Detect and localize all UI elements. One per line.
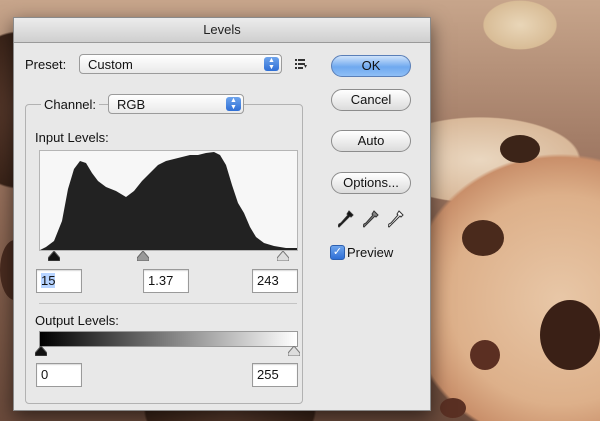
output-black-field[interactable]: 0 [36, 363, 82, 387]
preset-value: Custom [88, 57, 133, 72]
preset-options-icon[interactable] [295, 59, 307, 69]
channel-select[interactable]: RGB ▲ ▼ [108, 94, 244, 114]
select-arrows-icon: ▲ ▼ [264, 57, 279, 71]
gray-eyedropper-icon[interactable] [363, 210, 379, 228]
channel-value: RGB [117, 97, 146, 112]
preset-select[interactable]: Custom ▲ ▼ [79, 54, 282, 74]
input-gamma-value: 1.37 [148, 273, 174, 288]
histogram [39, 150, 298, 251]
input-white-slider[interactable] [277, 251, 289, 261]
output-white-field[interactable]: 255 [252, 363, 298, 387]
divider [39, 303, 297, 304]
ok-button[interactable]: OK [331, 55, 411, 77]
input-white-value: 243 [257, 273, 279, 288]
output-gradient [39, 331, 298, 347]
output-black-slider[interactable] [35, 346, 47, 356]
window-title: Levels [14, 18, 430, 43]
auto-button[interactable]: Auto [331, 130, 411, 152]
output-white-value: 255 [257, 367, 279, 382]
input-levels-label: Input Levels: [35, 130, 109, 145]
preview-label: Preview [347, 245, 394, 260]
black-eyedropper-icon[interactable] [338, 210, 354, 228]
input-white-field[interactable]: 243 [252, 269, 298, 293]
input-black-value: 15 [41, 273, 56, 288]
input-gamma-slider[interactable] [137, 251, 149, 261]
cancel-button[interactable]: Cancel [331, 89, 411, 111]
input-black-field[interactable]: 15 [36, 269, 82, 293]
channel-label: Channel: [41, 97, 100, 112]
preview-checkbox[interactable]: ✓ [330, 245, 345, 260]
output-levels-label: Output Levels: [35, 313, 119, 328]
options-button[interactable]: Options... [331, 172, 411, 194]
preset-label: Preset: [25, 57, 67, 72]
white-eyedropper-icon[interactable] [388, 210, 404, 228]
output-black-value: 0 [41, 367, 49, 382]
input-gamma-field[interactable]: 1.37 [143, 269, 189, 293]
histogram-graph [40, 152, 297, 250]
levels-dialog: Levels Preset: Custom ▲ ▼ Channel: RGB ▲ ▼… [13, 17, 431, 411]
input-black-slider[interactable] [48, 251, 60, 261]
select-arrows-icon: ▲ ▼ [226, 97, 241, 111]
output-white-slider[interactable] [288, 346, 300, 356]
levels-group [25, 104, 303, 404]
